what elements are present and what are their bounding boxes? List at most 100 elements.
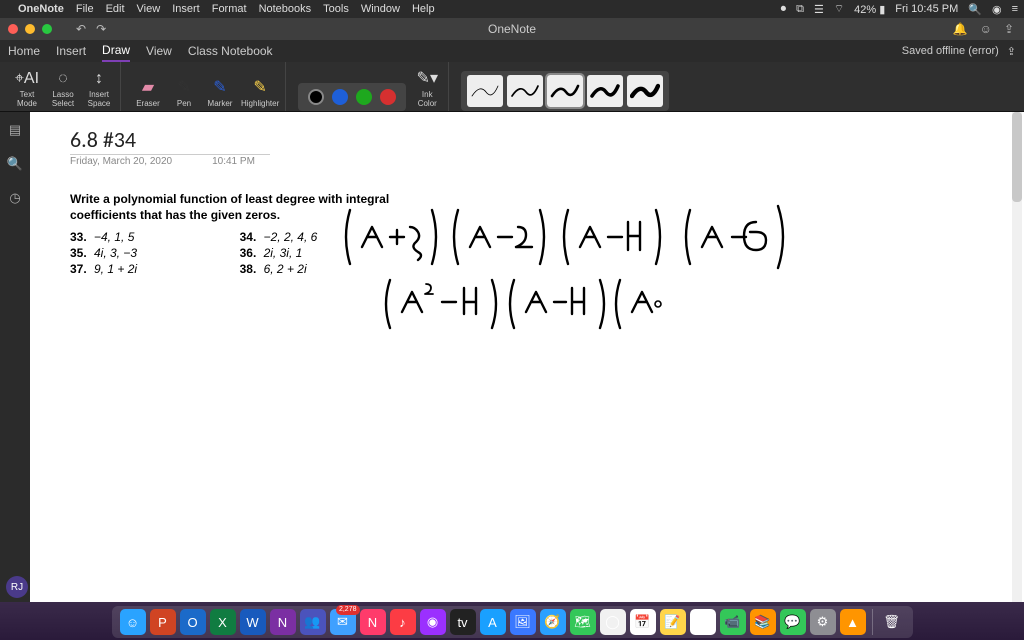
marker-button[interactable]: ✎Marker — [205, 62, 235, 111]
dock-messages[interactable]: 💬 — [780, 609, 806, 635]
dock-preview[interactable]: 🖼 — [510, 609, 536, 635]
dock-trash[interactable]: 🗑 — [879, 609, 905, 635]
dock-mail-badge: 2,278 — [336, 605, 360, 615]
dock-facetime[interactable]: 📹 — [720, 609, 746, 635]
siri-icon[interactable]: ◉ — [992, 3, 1002, 16]
dock-books[interactable]: 📚 — [750, 609, 776, 635]
dock-appstore[interactable]: A — [480, 609, 506, 635]
notebooks-icon[interactable]: ▤ — [9, 122, 21, 138]
stroke-1mm[interactable]: 1 mm — [627, 75, 663, 107]
clock[interactable]: Fri 10:45 PM — [895, 3, 958, 15]
stroke-0.7mm[interactable]: 0.7 mm — [587, 75, 623, 107]
dock-news[interactable]: N — [360, 609, 386, 635]
dock-excel[interactable]: X — [210, 609, 236, 635]
dock-safari[interactable]: 🧭 — [540, 609, 566, 635]
ink-color-button[interactable]: ✎▾Ink Color — [412, 62, 442, 111]
dock-mail[interactable]: ✉2,278 — [330, 609, 356, 635]
title-underline — [70, 154, 270, 155]
dock-podcasts[interactable]: ◉ — [420, 609, 446, 635]
dock-music[interactable]: ♪ — [390, 609, 416, 635]
mac-menubar: OneNote File Edit View Insert Format Not… — [0, 0, 1024, 18]
tab-view[interactable]: View — [146, 41, 172, 61]
dock-teams[interactable]: 👥 — [300, 609, 326, 635]
stroke-0.5mm[interactable]: 0.5 mm — [547, 75, 583, 107]
menu-format[interactable]: Format — [212, 3, 247, 15]
highlighter-button[interactable]: ✎Highlighter — [241, 62, 279, 111]
page-date: Friday, March 20, 2020 — [70, 156, 172, 167]
window-zoom-button[interactable] — [42, 24, 52, 34]
color-black[interactable] — [308, 89, 324, 105]
tab-home[interactable]: Home — [8, 41, 40, 61]
tab-draw[interactable]: Draw — [102, 40, 130, 62]
color-red[interactable] — [380, 89, 396, 105]
eraser-button[interactable]: ▰Eraser — [133, 62, 163, 111]
wifi-icon[interactable]: ⌔ — [834, 2, 844, 16]
menu-help[interactable]: Help — [412, 3, 435, 15]
sync-icon[interactable]: ⇪ — [1007, 45, 1016, 58]
dock-preferences[interactable]: ⚙ — [810, 609, 836, 635]
control-center-icon[interactable]: ☰ — [814, 3, 824, 16]
menu-window[interactable]: Window — [361, 3, 400, 15]
save-status: Saved offline (error) — [902, 45, 999, 57]
note-canvas[interactable]: 6.8 #34 Friday, March 20, 2020 10:41 PM … — [30, 112, 1024, 602]
undo-button[interactable]: ↶ — [76, 22, 86, 36]
vertical-scrollbar[interactable] — [1012, 112, 1022, 602]
dock-powerpoint[interactable]: P — [150, 609, 176, 635]
color-green[interactable] — [356, 89, 372, 105]
text-mode-button[interactable]: ⌖AIText Mode — [12, 62, 42, 111]
account-icon[interactable]: ☺ — [980, 22, 992, 36]
record-icon[interactable]: ⏺ — [781, 3, 787, 16]
dock-maps[interactable]: 🗺 — [570, 609, 596, 635]
color-blue[interactable] — [332, 89, 348, 105]
share-icon[interactable]: ⇪ — [1004, 22, 1014, 36]
search-icon[interactable]: 🔍 — [7, 156, 23, 172]
dock-calendar[interactable]: 📅 — [630, 609, 656, 635]
menu-file[interactable]: File — [76, 3, 94, 15]
left-rail: ▤ 🔍 ◷ — [0, 112, 30, 602]
notifications-icon[interactable]: 🔔 — [953, 22, 968, 36]
notification-center-icon[interactable]: ≡ — [1012, 3, 1018, 15]
dock-tv[interactable]: tv — [450, 609, 476, 635]
dock-finder[interactable]: ☺ — [120, 609, 146, 635]
dock: ☺POXWN👥✉2,278N♪◉tvA🖼🧭🗺◯📅📝🏞📹📚💬⚙▲🗑 — [0, 602, 1024, 640]
dock-word[interactable]: W — [240, 609, 266, 635]
app-menu[interactable]: OneNote — [18, 3, 64, 15]
recent-icon[interactable]: ◷ — [9, 190, 20, 206]
window-titlebar: ↶ ↷ OneNote 🔔 ☺ ⇪ — [0, 18, 1024, 40]
window-minimize-button[interactable] — [25, 24, 35, 34]
dock-notes[interactable]: 📝 — [660, 609, 686, 635]
page-title[interactable]: 6.8 #34 — [70, 126, 136, 153]
draw-ribbon: ⌖AIText Mode ◌Lasso Select ↕Insert Space… — [0, 62, 1024, 112]
dock-chrome[interactable]: ◯ — [600, 609, 626, 635]
page-time: 10:41 PM — [212, 156, 255, 167]
menu-edit[interactable]: Edit — [106, 3, 125, 15]
dock-outlook[interactable]: O — [180, 609, 206, 635]
menu-tools[interactable]: Tools — [323, 3, 349, 15]
dock-separator — [872, 609, 873, 635]
insert-space-button[interactable]: ↕Insert Space — [84, 62, 114, 111]
stroke-width-group: 0.25 mm0.35 mm0.5 mm0.7 mm1 mm — [461, 71, 669, 111]
spotlight-icon[interactable]: 🔍 — [968, 3, 982, 16]
window-title: OneNote — [488, 22, 536, 36]
window-close-button[interactable] — [8, 24, 18, 34]
dropbox-icon[interactable]: ⧉ — [796, 3, 804, 16]
stroke-0.25mm[interactable]: 0.25 mm — [467, 75, 503, 107]
stroke-0.35mm[interactable]: 0.35 mm — [507, 75, 543, 107]
ink-color-swatches — [298, 83, 406, 111]
menu-notebooks[interactable]: Notebooks — [259, 3, 312, 15]
scroll-thumb[interactable] — [1012, 112, 1022, 202]
tab-class-notebook[interactable]: Class Notebook — [188, 41, 273, 61]
battery-status[interactable]: 42% ▮ — [854, 3, 885, 16]
menu-view[interactable]: View — [137, 3, 161, 15]
dock-photos[interactable]: 🏞 — [690, 609, 716, 635]
tab-insert[interactable]: Insert — [56, 41, 86, 61]
lasso-select-button[interactable]: ◌Lasso Select — [48, 62, 78, 111]
pen-button[interactable]: ✎Pen — [169, 62, 199, 111]
redo-button[interactable]: ↷ — [96, 22, 106, 36]
dock-vlc[interactable]: ▲ — [840, 609, 866, 635]
avatar[interactable]: RJ — [6, 576, 28, 598]
ink-strokes — [340, 192, 980, 352]
menu-insert[interactable]: Insert — [172, 3, 200, 15]
dock-onenote[interactable]: N — [270, 609, 296, 635]
ribbon-tabs: Home Insert Draw View Class Notebook Sav… — [0, 40, 1024, 62]
